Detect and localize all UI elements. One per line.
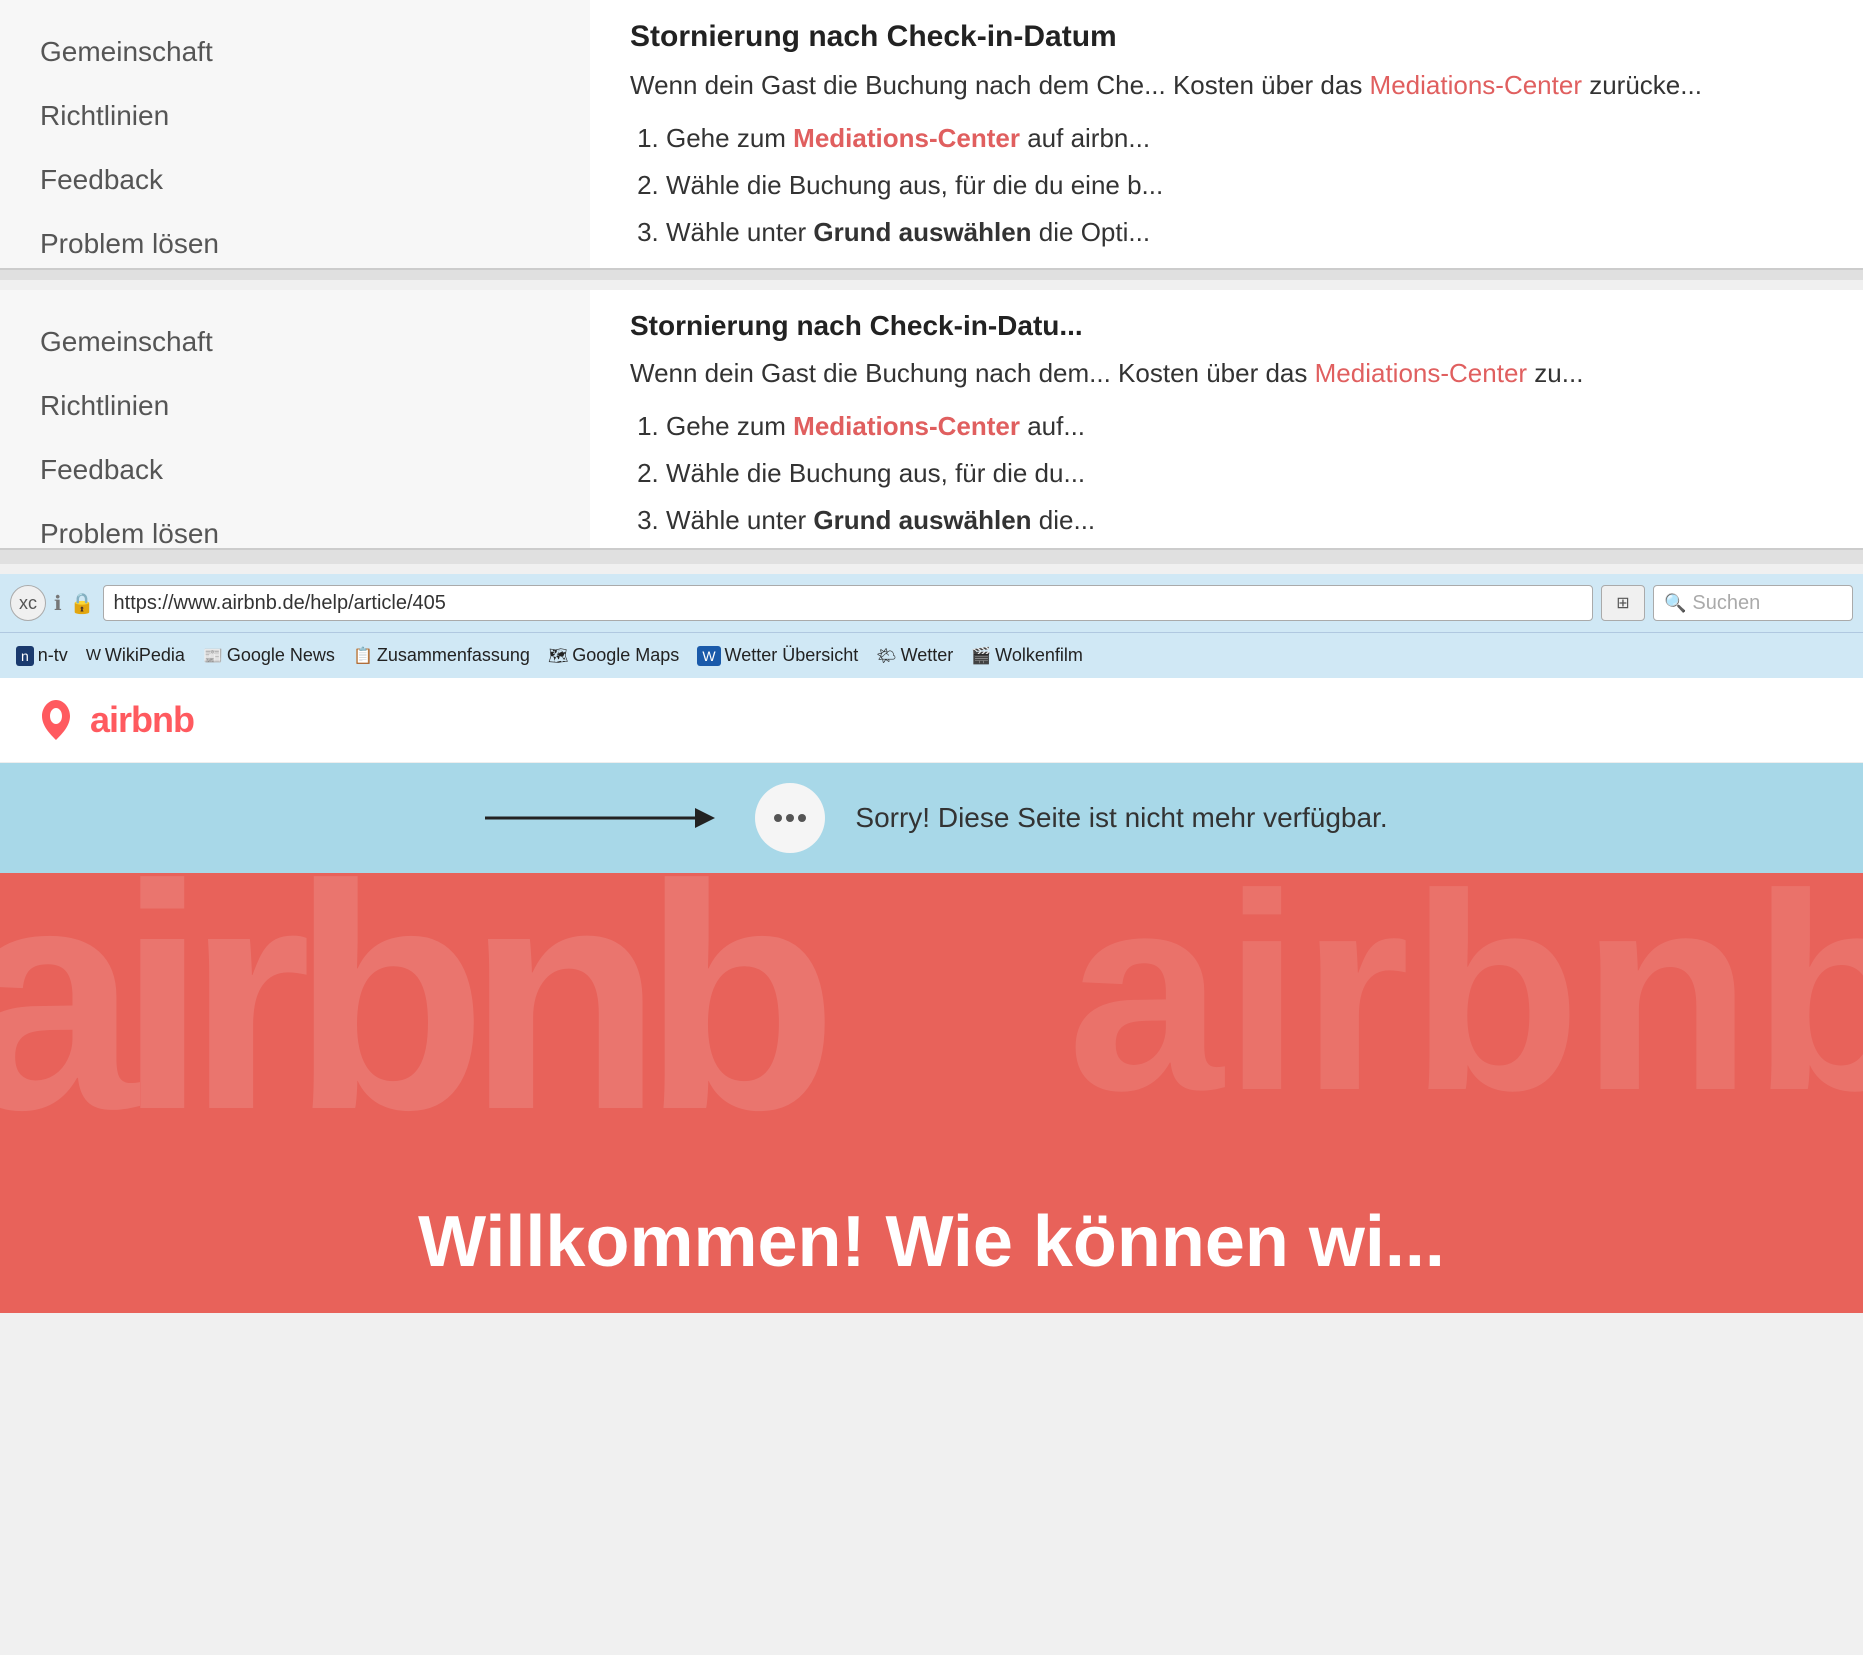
lock-icon-wrap: 🔒 bbox=[70, 591, 95, 616]
content-area-1: Stornierung nach Check-in-Datum Wenn dei… bbox=[590, 0, 1863, 268]
bookmark-gmaps[interactable]: 🗺 Google Maps bbox=[542, 643, 685, 668]
bookmark-wikipedia[interactable]: W WikiPedia bbox=[80, 643, 191, 668]
step-1-2: Gehe zum Mediations-Center auf... bbox=[666, 403, 1823, 450]
bookmark-wetter-u[interactable]: W Wetter Übersicht bbox=[691, 643, 864, 668]
bookmark-wolkenfilm-icon: 🎬 bbox=[971, 646, 991, 666]
browser-ui: xc ℹ 🔒 https://www.airbnb.de/help/articl… bbox=[0, 574, 1863, 678]
airbnb-page: airbnb Sorry! Diese Seite ist nicht mehr… bbox=[0, 678, 1863, 1313]
nav-item-richtlinien-2[interactable]: Richtlinien bbox=[40, 374, 550, 438]
bookmark-gnews-icon: 📰 bbox=[203, 646, 223, 666]
status-bar-1: https://de.airbnb.com/help/question/405?… bbox=[0, 268, 1863, 270]
bookmark-wetter-u-icon: W bbox=[697, 646, 720, 666]
nav-sidebar-2: Gemeinschaft Richtlinien Feedback Proble… bbox=[0, 290, 590, 548]
notification-bar: Sorry! Diese Seite ist nicht mehr verfüg… bbox=[0, 763, 1863, 873]
step-2-1: Wähle die Buchung aus, für die du eine b… bbox=[666, 162, 1823, 209]
content-area-2: Stornierung nach Check-in-Datu... Wenn d… bbox=[590, 290, 1863, 548]
url-text: https://www.airbnb.de/help/article/405 bbox=[114, 592, 446, 615]
search-placeholder: Suchen bbox=[1692, 592, 1760, 615]
browser-action-button[interactable]: ⊞ bbox=[1601, 585, 1645, 621]
bookmark-gnews[interactable]: 📰 Google News bbox=[197, 643, 341, 668]
nav-item-gemeinschaft-2[interactable]: Gemeinschaft bbox=[40, 310, 550, 374]
bookmark-gmaps-label: Google Maps bbox=[572, 645, 679, 666]
step-4-2: Gib den gewünschten Betrag und d... bbox=[666, 543, 1823, 548]
nav-item-feedback-1[interactable]: Feedback bbox=[40, 148, 550, 212]
bookmark-ntv-label: n-tv bbox=[38, 645, 68, 666]
bookmark-wikipedia-label: WikiPedia bbox=[105, 645, 185, 666]
content-intro-2: Wenn dein Gast die Buchung nach dem... K… bbox=[630, 354, 1823, 393]
nav-item-problem-1[interactable]: Problem lösen bbox=[40, 212, 550, 270]
airbnb-logo-text: airbnb bbox=[90, 699, 194, 741]
strip-gap bbox=[0, 270, 1863, 280]
chat-bubble-icon bbox=[755, 783, 825, 853]
bookmark-zusammen[interactable]: 📋 Zusammenfassung bbox=[347, 643, 536, 668]
bookmark-wetter[interactable]: 🌤 Wetter bbox=[870, 643, 959, 668]
content-intro-1: Wenn dein Gast die Buchung nach dem Che.… bbox=[630, 66, 1823, 105]
bookmark-wolkenfilm[interactable]: 🎬 Wolkenfilm bbox=[965, 643, 1089, 668]
step-1-1: Gehe zum Mediations-Center auf airbn... bbox=[666, 115, 1823, 162]
arrow-indicator bbox=[475, 798, 725, 838]
nav-item-richtlinien-1[interactable]: Richtlinien bbox=[40, 84, 550, 148]
xc-label: xc bbox=[19, 593, 37, 614]
status-bar-2: https://de.airbnb.com/help/question/405 bbox=[0, 548, 1863, 550]
step-4-1: Gib den gewünschten Betrag und die W... bbox=[666, 255, 1823, 268]
bookmark-wolkenfilm-label: Wolkenfilm bbox=[995, 645, 1083, 666]
bookmark-gnews-label: Google News bbox=[227, 645, 335, 666]
bookmark-ntv[interactable]: n n-tv bbox=[10, 643, 74, 668]
step1-link-2[interactable]: Mediations-Center bbox=[793, 411, 1020, 441]
bookmark-ntv-icon: n bbox=[16, 646, 34, 666]
airbnb-logo[interactable]: airbnb bbox=[30, 694, 194, 746]
mediations-center-link-2[interactable]: Mediations-Center bbox=[1315, 358, 1527, 388]
nav-sidebar-1: Gemeinschaft Richtlinien Feedback Proble… bbox=[0, 0, 590, 268]
chat-dots-icon bbox=[770, 803, 810, 833]
bookmark-wetter-label: Wetter bbox=[901, 645, 954, 666]
steps-list-1: Gehe zum Mediations-Center auf airbn... … bbox=[630, 115, 1823, 268]
content-title-1: Stornierung nach Check-in-Datum bbox=[630, 20, 1823, 54]
lock-icon: 🔒 bbox=[70, 591, 95, 616]
search-icon: 🔍 bbox=[1664, 593, 1686, 614]
bookmark-wetter-u-label: Wetter Übersicht bbox=[725, 645, 859, 666]
bookmark-gmaps-icon: 🗺 bbox=[548, 646, 568, 666]
bookmark-zusammen-icon: 📋 bbox=[353, 646, 373, 666]
step-3-1: Wähle unter Grund auswählen die Opti... bbox=[666, 209, 1823, 256]
hero-section: airbnb airbnb Willkommen! Wie können wi.… bbox=[0, 873, 1863, 1313]
bookmark-wikipedia-icon: W bbox=[86, 647, 101, 665]
browser-toolbar: xc ℹ 🔒 https://www.airbnb.de/help/articl… bbox=[0, 574, 1863, 632]
nav-item-gemeinschaft-1[interactable]: Gemeinschaft bbox=[40, 20, 550, 84]
screenshot-strip-1: Gemeinschaft Richtlinien Feedback Proble… bbox=[0, 0, 1863, 270]
nav-item-feedback-2[interactable]: Feedback bbox=[40, 438, 550, 502]
arrow-icon bbox=[475, 798, 725, 838]
info-icon-wrap[interactable]: ℹ bbox=[54, 591, 62, 616]
step-3-2: Wähle unter Grund auswählen die... bbox=[666, 497, 1823, 544]
content-title-2: Stornierung nach Check-in-Datu... bbox=[630, 310, 1823, 342]
airbnb-logo-icon bbox=[30, 694, 82, 746]
section-gap bbox=[0, 550, 1863, 564]
screenshot-strip-2: Gemeinschaft Richtlinien Feedback Proble… bbox=[0, 290, 1863, 550]
step1-link-1[interactable]: Mediations-Center bbox=[793, 123, 1020, 153]
step-2-2: Wähle die Buchung aus, für die du... bbox=[666, 450, 1823, 497]
hero-title: Willkommen! Wie können wi... bbox=[418, 1201, 1445, 1283]
airbnb-header: airbnb bbox=[0, 678, 1863, 763]
hero-swirl-2: airbnb bbox=[1067, 873, 1863, 1154]
search-bar[interactable]: 🔍 Suchen bbox=[1653, 585, 1853, 621]
hero-swirl-1: airbnb bbox=[0, 873, 818, 1181]
notification-text: Sorry! Diese Seite ist nicht mehr verfüg… bbox=[855, 802, 1387, 834]
nav-item-problem-2[interactable]: Problem lösen bbox=[40, 502, 550, 550]
bookmark-zusammen-label: Zusammenfassung bbox=[377, 645, 530, 666]
browser-xc-button[interactable]: xc bbox=[10, 585, 46, 621]
info-icon: ℹ bbox=[54, 591, 62, 616]
bookmark-wetter-icon: 🌤 bbox=[876, 646, 896, 666]
bookmarks-bar: n n-tv W WikiPedia 📰 Google News 📋 Zusam… bbox=[0, 632, 1863, 678]
mediations-center-link-1[interactable]: Mediations-Center bbox=[1370, 70, 1582, 100]
steps-list-2: Gehe zum Mediations-Center auf... Wähle … bbox=[630, 403, 1823, 548]
action-icon: ⊞ bbox=[1616, 593, 1629, 613]
url-bar[interactable]: https://www.airbnb.de/help/article/405 bbox=[103, 585, 1593, 621]
